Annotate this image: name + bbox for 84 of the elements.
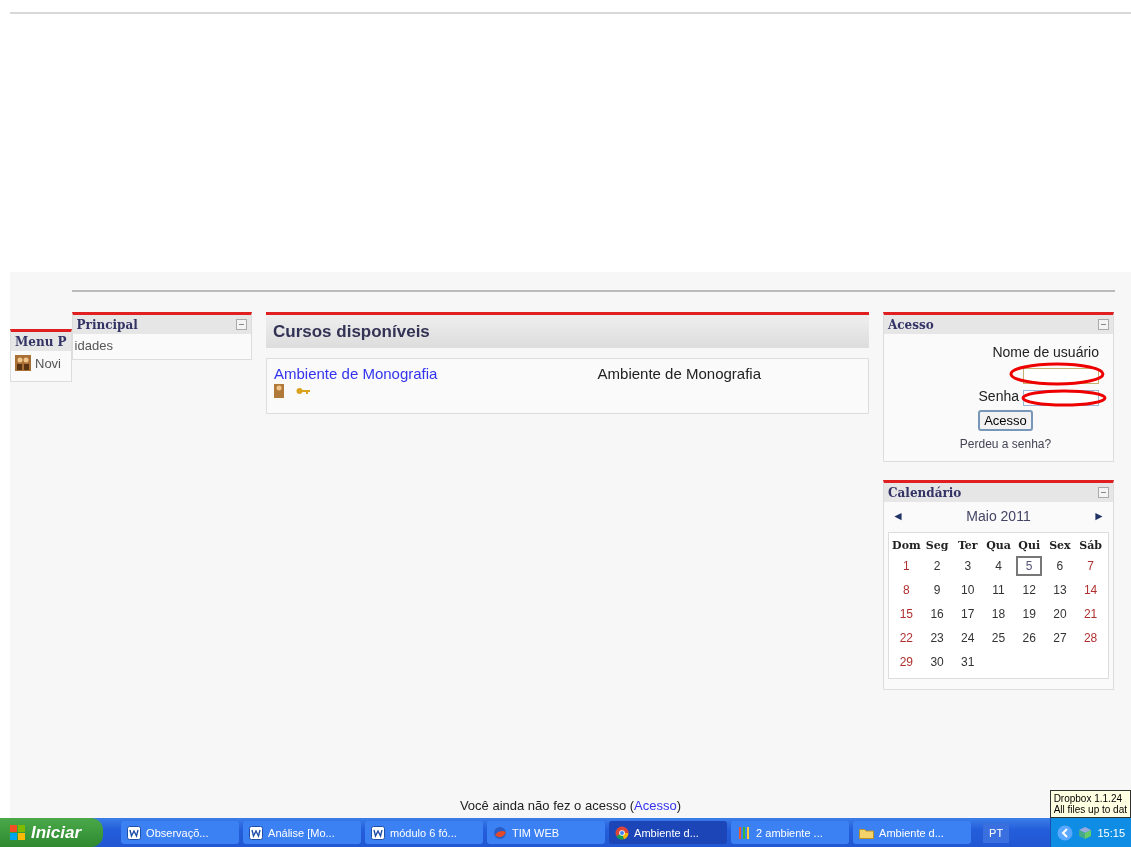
weekday-header: Sex [1048, 539, 1072, 552]
block-title: Principal [76, 317, 138, 332]
calendar-day[interactable]: 22 [893, 628, 920, 648]
calendar-day[interactable]: 19 [1016, 604, 1043, 624]
calendar-day[interactable]: 28 [1077, 628, 1104, 648]
collapse-icon[interactable] [1098, 487, 1109, 498]
tooltip-line: Dropbox 1.1.24 [1053, 793, 1122, 804]
login-link[interactable]: Acesso [634, 798, 677, 813]
calendar-day[interactable]: 15 [893, 604, 920, 624]
block-title: Calendário [888, 485, 962, 500]
course-summary: Ambiente de Monografia [597, 365, 761, 384]
person-icon [274, 384, 284, 398]
login-button[interactable]: Acesso [978, 410, 1033, 431]
calendar-day[interactable]: 21 [1077, 604, 1104, 624]
box-icon[interactable] [1077, 824, 1094, 841]
chrome-icon [615, 825, 630, 840]
today-date[interactable]: 5 [1016, 556, 1043, 576]
calendar-day[interactable]: 24 [954, 628, 981, 648]
taskbar-button[interactable]: Observaçõ... [121, 821, 240, 844]
taskbar-button[interactable]: módulo 6 fó... [365, 821, 484, 844]
calendar-day[interactable]: 3 [954, 556, 981, 576]
calendar-day[interactable]: 20 [1046, 604, 1073, 624]
forgot-password-link[interactable]: Perdeu a senha? [959, 437, 1052, 451]
calendar-day[interactable]: 16 [924, 604, 951, 624]
section-title: Cursos disponíveis [273, 321, 430, 342]
course-link[interactable]: Ambiente de Monografia [274, 365, 438, 382]
key-icon [296, 387, 310, 395]
calendar-day[interactable]: 29 [893, 652, 920, 672]
calendar-day[interactable]: 17 [954, 604, 981, 624]
weekday-header: Dom [891, 539, 922, 552]
block-title: Menu P [15, 334, 67, 349]
weekday-header: Seg [924, 539, 950, 552]
clock: 15:15 [1097, 826, 1125, 839]
taskbar-button[interactable]: Ambiente d... [853, 821, 972, 844]
windows-logo-icon [10, 824, 26, 841]
calendar-day[interactable]: 30 [924, 652, 951, 672]
calendar-day[interactable]: 31 [954, 652, 981, 672]
password-label: Senha [978, 388, 1019, 404]
next-month-arrow[interactable]: ► [1093, 509, 1105, 523]
weekday-header: Qua [985, 539, 1012, 552]
start-button[interactable]: Iniciar [0, 818, 104, 847]
weekday-header: Qui [1017, 539, 1042, 552]
calendar-day[interactable]: 12 [1016, 580, 1043, 600]
collapse-icon[interactable] [1098, 319, 1109, 330]
username-label: Nome de usuário [992, 344, 1099, 360]
taskbar-button[interactable]: Análise [Mo... [243, 821, 362, 844]
weekday-header: Ter [956, 539, 979, 552]
language-indicator[interactable]: PT [983, 822, 1010, 843]
calendar-day[interactable]: 2 [924, 556, 951, 576]
folder-icon [859, 826, 875, 839]
brushes-icon [737, 825, 752, 840]
calendar-day[interactable]: 1 [893, 556, 920, 576]
month-title: Maio 2011 [966, 508, 1031, 524]
taskbar-button[interactable]: 2 ambiente ... [731, 821, 850, 844]
calendar-day[interactable]: 7 [1077, 556, 1104, 576]
calendar-day[interactable]: 27 [1046, 628, 1073, 648]
document-icon [127, 825, 142, 840]
calendar-day[interactable]: 6 [1046, 556, 1073, 576]
globe-icon [493, 825, 508, 840]
calendar-day[interactable]: 13 [1046, 580, 1073, 600]
weekday-header: Sáb [1078, 539, 1103, 552]
block-title: Acesso [888, 317, 934, 332]
taskbar-button[interactable]: TIM WEB [487, 821, 606, 844]
calendar-day[interactable]: 8 [893, 580, 920, 600]
tooltip-line: All files up to dat [1053, 804, 1127, 815]
menu-item[interactable]: Novi [35, 355, 61, 371]
menu-item[interactable]: idades [74, 338, 113, 353]
calendar-day[interactable]: 25 [985, 628, 1012, 648]
calendar-day[interactable]: 26 [1016, 628, 1043, 648]
taskbar-button[interactable]: Ambiente d... [609, 821, 728, 844]
document-icon [371, 825, 386, 840]
people-icon [15, 355, 31, 371]
calendar-day[interactable]: 18 [985, 604, 1012, 624]
collapse-icon[interactable] [236, 319, 247, 330]
calendar-day[interactable]: 4 [985, 556, 1012, 576]
calendar-day[interactable]: 14 [1077, 580, 1104, 600]
calendar-day[interactable]: 10 [954, 580, 981, 600]
calendar-day[interactable]: 23 [924, 628, 951, 648]
document-icon [249, 825, 264, 840]
previous-month-arrow[interactable]: ◄ [892, 509, 904, 523]
calendar-day[interactable]: 9 [924, 580, 951, 600]
calendar-day[interactable]: 11 [985, 580, 1012, 600]
login-status-text: Você ainda não fez o acesso (Acesso) [459, 798, 682, 813]
chevron-left-icon[interactable] [1057, 824, 1074, 841]
